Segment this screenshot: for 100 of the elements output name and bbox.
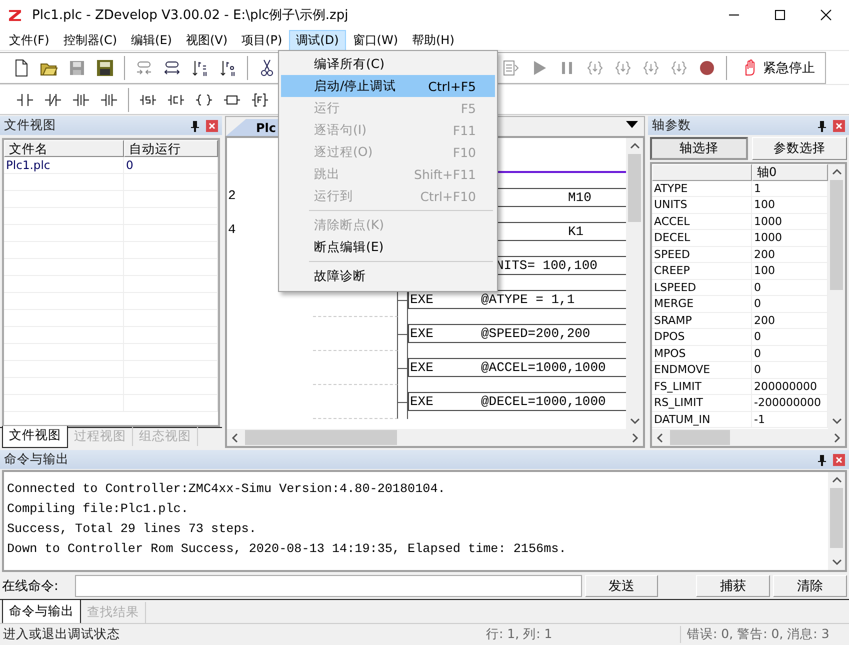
parameter-name: CREEP — [652, 263, 752, 280]
menu-item[interactable]: 调试(D) — [289, 30, 346, 50]
output-line: Success, Total 29 lines 73 steps. — [7, 521, 258, 538]
menu-item[interactable]: 编译所有(C) — [281, 53, 495, 75]
connector-line — [398, 351, 408, 385]
save-all-icon[interactable] — [96, 58, 114, 76]
cursor-position: 行: 1, 列: 1 — [486, 626, 681, 642]
scroll-thumb[interactable] — [628, 154, 641, 222]
vertical-scrollbar[interactable] — [626, 138, 643, 429]
connector-line — [398, 385, 408, 419]
menu-item[interactable]: 启动/停止调试 Ctrl+F5 — [281, 75, 495, 97]
command-field[interactable] — [74, 574, 582, 596]
horizontal-scrollbar[interactable] — [652, 429, 845, 446]
down-arrow-icon[interactable] — [191, 58, 209, 76]
command-label: 在线命令: — [2, 578, 60, 594]
emergency-stop-button[interactable]: 紧急停止 — [737, 56, 819, 78]
menu-item[interactable]: 文件(F) — [2, 30, 56, 50]
message-counts: 错误: 0, 警告: 0, 消息: 3 — [686, 626, 830, 642]
save-icon[interactable] — [68, 58, 86, 76]
menu-item[interactable]: 故障诊断 — [281, 265, 495, 287]
tab-button[interactable]: 参数选择 — [752, 137, 847, 160]
cut-icon[interactable] — [258, 58, 276, 76]
tab-button[interactable]: 轴选择 — [650, 137, 748, 160]
function-icon[interactable] — [251, 90, 269, 108]
scroll-left-icon[interactable] — [231, 432, 239, 442]
parameter-name: ACCEL — [652, 214, 752, 230]
scroll-thumb[interactable] — [245, 430, 397, 445]
horizontal-scrollbar[interactable] — [227, 429, 643, 446]
output-line: Down to Controller Rom Success, 2020-08-13 14:19:35, Elapsed time: 2156ms. — [7, 541, 568, 558]
menu-item[interactable]: 断点编辑(E) — [281, 236, 495, 258]
scroll-right-icon[interactable] — [631, 432, 639, 442]
menu-item[interactable]: 编辑(E) — [124, 30, 179, 50]
argument-text: K1 — [567, 224, 585, 239]
output-button[interactable]: 捕获 — [696, 574, 770, 596]
scroll-up-icon[interactable] — [832, 476, 842, 484]
instruction-text: EXE — [409, 360, 434, 375]
dropdown-icon[interactable] — [624, 120, 640, 130]
parameter-name: DECEL — [652, 230, 752, 246]
output-line: Connected to Controller:ZMC4xx-Simu Version:4.80-20180104. — [7, 481, 446, 498]
argument-text: @SPEED=200,200 — [481, 326, 592, 341]
scroll-down-icon[interactable] — [832, 417, 842, 425]
scroll-up-icon[interactable] — [630, 142, 640, 150]
scroll-down-icon[interactable] — [630, 417, 640, 425]
panel-tab[interactable]: 命令与输出 — [2, 600, 81, 624]
step-over-icon[interactable] — [614, 58, 632, 76]
column-header[interactable]: 自动运行 — [124, 140, 218, 157]
parameter-name: LSPEED — [652, 280, 752, 296]
down-arrow-icon[interactable] — [219, 58, 237, 76]
argument-text: @ATYPE = 1,1 — [481, 292, 576, 307]
output-button[interactable]: 发送 — [584, 574, 658, 596]
maximize-icon[interactable] — [774, 9, 786, 21]
scroll-down-icon[interactable] — [832, 558, 842, 566]
table-cell: 0 — [124, 157, 218, 174]
output-line: Compiling file:Plc1.plc. — [7, 501, 190, 518]
instruction-text: EXE — [409, 292, 434, 307]
scroll-left-icon[interactable] — [656, 432, 664, 442]
menu-item[interactable]: 帮助(H) — [405, 30, 462, 50]
menu-item[interactable]: 窗口(W) — [346, 30, 405, 50]
instruction-text: EXE — [409, 394, 434, 409]
scroll-thumb[interactable] — [830, 488, 843, 548]
vertical-scrollbar[interactable] — [828, 164, 845, 429]
step-out-icon[interactable] — [642, 58, 660, 76]
panel-tab[interactable]: 文件视图 — [2, 426, 68, 448]
menu-item[interactable]: 控制器(C) — [56, 30, 124, 50]
output-button[interactable]: 清除 — [773, 574, 847, 596]
pin-icon[interactable] — [817, 454, 827, 466]
vertical-scrollbar[interactable] — [828, 472, 845, 570]
parameter-name: MERGE — [652, 296, 752, 312]
record-icon[interactable] — [698, 58, 716, 76]
close-icon[interactable] — [820, 9, 832, 21]
line-number: 4 — [227, 221, 237, 239]
instruction-text: EXE — [409, 326, 434, 341]
parameter-name: DPOS — [652, 329, 752, 346]
scroll-right-icon[interactable] — [833, 432, 841, 442]
parameter-name: DATUM_IN — [652, 412, 752, 428]
parameter-name: RS_LIMIT — [652, 395, 752, 412]
column-header[interactable]: 轴0 — [752, 164, 828, 180]
parameter-name: ENDMOVE — [652, 362, 752, 378]
argument-text: M10 — [567, 190, 592, 205]
scroll-thumb[interactable] — [830, 180, 843, 290]
table-cell: Plc1.plc — [4, 157, 124, 174]
panel-title: 文件视图 — [4, 117, 57, 134]
scroll-up-icon[interactable] — [832, 168, 842, 176]
menu-item[interactable]: 视图(V) — [178, 30, 235, 50]
status-message: 进入或退出调试状态 — [2, 626, 121, 642]
run-to-cursor-icon[interactable] — [670, 58, 688, 76]
pin-icon[interactable] — [190, 120, 200, 132]
app-logo-icon — [8, 8, 22, 22]
menu-item[interactable]: 项目(P) — [234, 30, 290, 50]
panel-title: 轴参数 — [652, 117, 692, 134]
link-icon[interactable] — [163, 58, 181, 76]
list-icon[interactable] — [502, 58, 520, 76]
argument-text: @DECEL=1000,1000 — [481, 394, 607, 409]
parameter-name: SRAMP — [652, 312, 752, 329]
pin-icon[interactable] — [817, 120, 827, 132]
scroll-thumb[interactable] — [670, 430, 730, 445]
column-header[interactable]: 文件名 — [4, 140, 124, 157]
panel-title: 命令与输出 — [4, 451, 70, 468]
step-into-icon[interactable] — [586, 58, 604, 76]
connector-line — [398, 317, 408, 351]
